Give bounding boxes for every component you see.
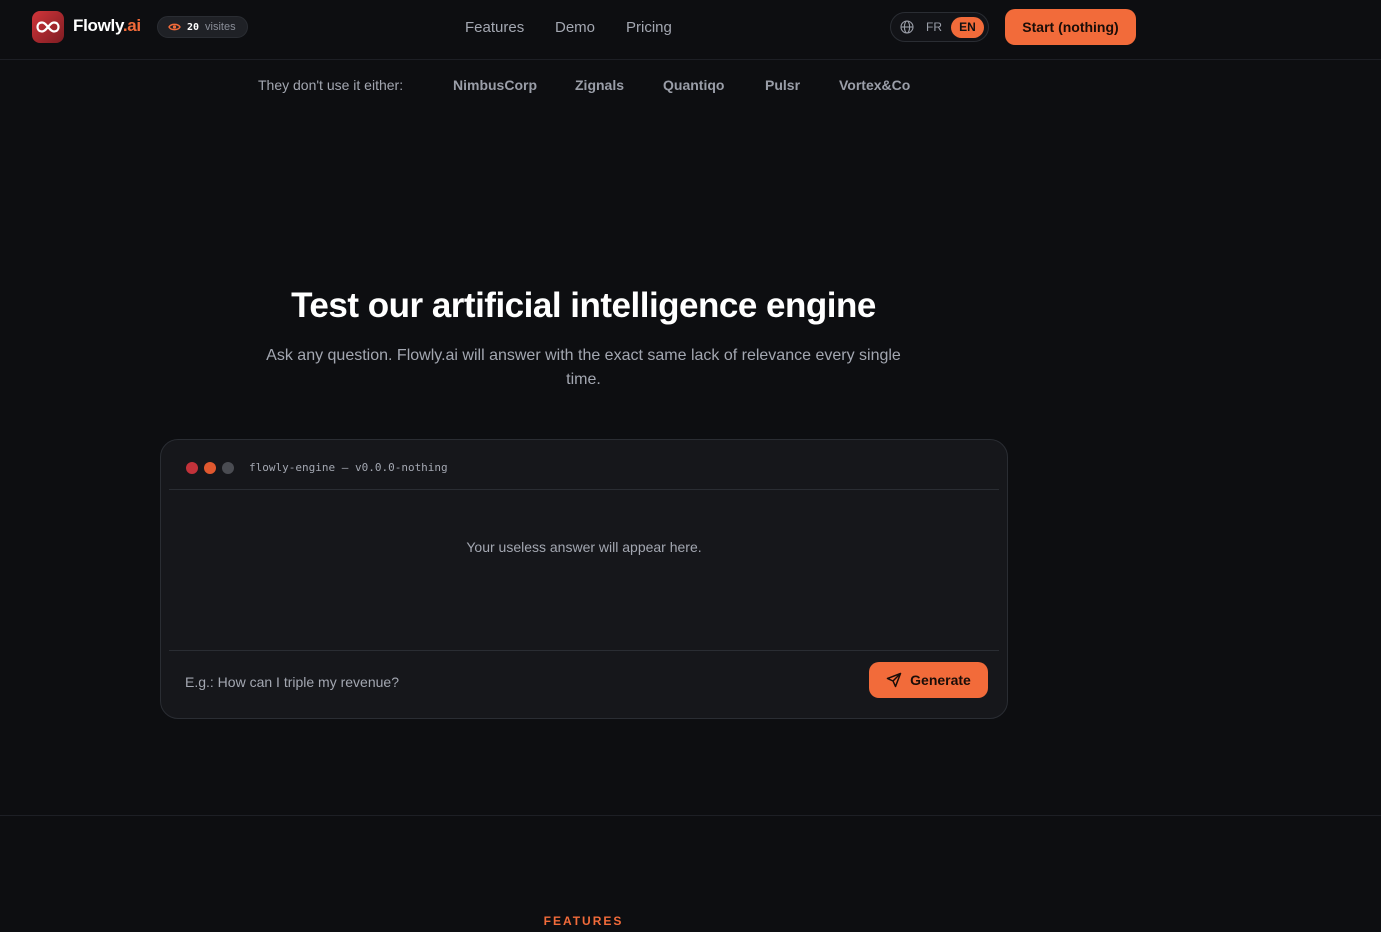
send-icon [886, 672, 902, 688]
window-close-dot [186, 462, 198, 474]
lang-fr-button[interactable]: FR [926, 20, 942, 34]
terminal-title: flowly-engine — v0.0.0-nothing [249, 461, 448, 474]
nav-features[interactable]: Features [465, 19, 524, 36]
infinity-icon [36, 21, 60, 33]
demo-subtitle: Ask any question. Flowly.ai will answer … [266, 347, 901, 388]
language-switcher: FR EN [890, 12, 989, 42]
globe-icon [900, 20, 914, 34]
window-minimize-dot [204, 462, 216, 474]
generate-label: Generate [910, 672, 971, 688]
top-navbar: Flowly.ai 20 visites Features Demo Prici… [0, 0, 1381, 60]
start-button[interactable]: Start (nothing) [1005, 9, 1136, 45]
terminal-header: flowly-engine — v0.0.0-nothing [169, 440, 999, 490]
company-logo: Pulsr [765, 77, 801, 93]
visits-count: 20 [187, 21, 200, 33]
section-divider [0, 815, 1381, 816]
answer-output: Your useless answer will appear here. [466, 539, 702, 555]
generate-button[interactable]: Generate [869, 662, 988, 698]
demo-title: Test our artificial intelligence engine [291, 286, 876, 325]
engine-terminal: flowly-engine — v0.0.0-nothing Your usel… [160, 439, 1008, 719]
brand-logo[interactable] [32, 11, 64, 43]
features-eyebrow: FEATURES [543, 914, 624, 928]
lang-en-button[interactable]: EN [951, 17, 984, 38]
terminal-divider [169, 650, 999, 651]
brand-name-text: Flowly [73, 16, 123, 35]
nav-demo[interactable]: Demo [555, 19, 595, 36]
logos-label: They don't use it either: [258, 77, 404, 93]
brand-name[interactable]: Flowly.ai [73, 16, 141, 36]
eye-icon [168, 23, 181, 31]
brand-suffix: .ai [122, 16, 141, 35]
company-logo: Vortex&Co [839, 77, 911, 93]
company-logo: Zignals [575, 77, 625, 93]
company-logo: NimbusCorp [453, 77, 537, 93]
visits-label: visites [205, 21, 236, 33]
nav-pricing[interactable]: Pricing [626, 19, 672, 36]
visits-badge: 20 visites [157, 16, 248, 38]
question-input[interactable] [185, 664, 845, 700]
window-maximize-dot [222, 462, 234, 474]
company-logo: Quantiqo [663, 77, 725, 93]
